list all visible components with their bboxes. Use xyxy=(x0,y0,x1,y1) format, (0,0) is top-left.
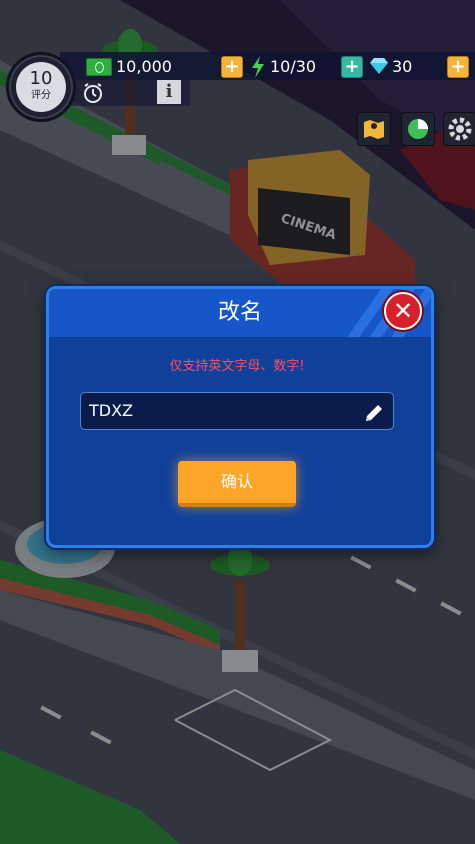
cash-icon xyxy=(86,58,112,76)
energy-icon xyxy=(252,56,264,78)
energy-amount: 10/30 xyxy=(270,57,317,76)
pencil-icon[interactable] xyxy=(362,401,386,425)
diamond-amount: 30 xyxy=(392,57,413,76)
add-diamond-button[interactable]: + xyxy=(447,56,469,78)
stats-button[interactable] xyxy=(401,112,435,146)
dialog-title: 改名 xyxy=(217,300,262,325)
rating-value: 10 xyxy=(29,68,53,89)
pie-chart-icon xyxy=(408,119,428,139)
gear-icon xyxy=(448,117,472,141)
name-input[interactable] xyxy=(80,392,394,430)
map-icon xyxy=(364,120,384,139)
alarm-clock-icon[interactable] xyxy=(82,82,104,104)
input-hint-warning: 仅支持英文字母、数字! xyxy=(169,359,305,374)
info-button[interactable]: i xyxy=(157,80,181,104)
dialog-header: 改名 xyxy=(49,289,431,337)
add-energy-button[interactable]: + xyxy=(341,56,363,78)
rating-label: 评分 xyxy=(31,90,51,101)
close-button[interactable]: ✕ xyxy=(384,292,422,330)
settings-button[interactable] xyxy=(443,112,475,146)
confirm-button[interactable]: 确认 xyxy=(178,461,296,507)
map-button[interactable] xyxy=(357,112,391,146)
add-cash-button[interactable]: + xyxy=(221,56,243,78)
cash-amount: 10,000 xyxy=(116,57,172,76)
diamond-icon xyxy=(370,58,388,74)
rating-badge[interactable]: 10 评分 xyxy=(6,52,76,122)
